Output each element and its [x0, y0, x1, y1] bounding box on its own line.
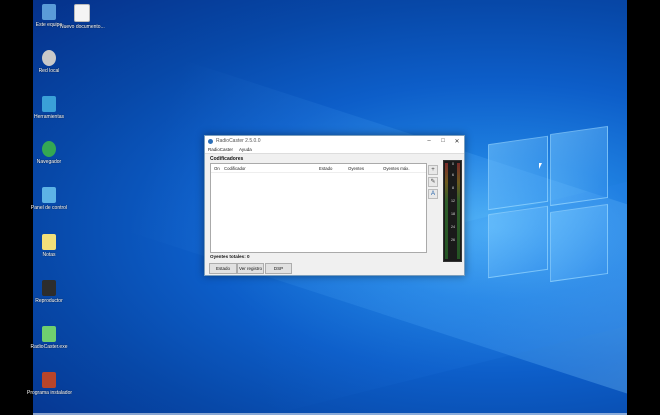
menu-item-radiocaster[interactable]: RadioCaster: [208, 147, 233, 152]
title-bar[interactable]: RadioCaster 2.5.0.0 – □ ✕: [205, 136, 464, 146]
desktop-icon-label: Navegador: [36, 159, 62, 165]
vu-tick: 6: [452, 173, 454, 177]
estado-button[interactable]: Estado: [209, 263, 237, 274]
computer-icon: [42, 4, 56, 20]
ver-registro-button[interactable]: Ver registro: [237, 263, 264, 274]
close-icon[interactable]: ✕: [450, 138, 464, 145]
vu-meter-left-channel: [445, 163, 448, 259]
windows-logo: [488, 125, 618, 300]
document-icon: [74, 4, 90, 22]
desktop-icon-network[interactable]: Red local: [27, 50, 71, 74]
player-icon: [42, 280, 56, 296]
section-title: Codificadores: [210, 156, 244, 162]
desktop-icon-document[interactable]: Nuevo documento...: [60, 4, 105, 30]
installer-icon: [42, 372, 56, 388]
vu-tick: 18: [451, 212, 455, 216]
desktop-icon-radiocaster[interactable]: RadioCaster.exe: [27, 326, 71, 350]
column-on[interactable]: On: [211, 166, 224, 171]
column-oyentes-max[interactable]: Oyentes máx.: [383, 166, 419, 171]
app-icon: [208, 138, 213, 144]
list-header: On Codificador Estado Oyentes Oyentes má…: [211, 164, 426, 173]
desktop-icon-label: Programa instalador: [27, 390, 73, 396]
desktop-icon-label: RadioCaster.exe: [30, 344, 68, 350]
desktop-icon-tools[interactable]: Herramientas: [27, 96, 71, 120]
desktop-icon-label: Reproductor: [35, 298, 63, 304]
column-estado[interactable]: Estado: [319, 166, 348, 171]
control-panel-icon: [42, 187, 56, 203]
notes-icon: [42, 234, 56, 250]
menu-item-ayuda[interactable]: Ayuda: [239, 147, 252, 152]
desktop-icon-notes[interactable]: Notas: [27, 234, 71, 258]
window-title: RadioCaster 2.5.0.0: [216, 138, 261, 144]
radiocaster-icon: [42, 326, 56, 342]
desktop-icon-label: Red local: [38, 68, 60, 74]
vu-tick: 24: [451, 225, 455, 229]
desktop-icon-control-panel[interactable]: Panel de control: [27, 187, 71, 211]
minimize-icon[interactable]: –: [422, 138, 436, 144]
column-codificador[interactable]: Codificador: [224, 166, 319, 171]
edit-encoder-button[interactable]: ✎: [428, 177, 438, 187]
desktop-icon-label: Panel de control: [30, 205, 68, 211]
desktop-icon-player[interactable]: Reproductor: [27, 280, 71, 304]
desktop-icon-label: Herramientas: [33, 114, 64, 120]
browser-icon: [42, 141, 56, 157]
desktop-icon-browser[interactable]: Navegador: [27, 141, 71, 165]
radiocaster-window: RadioCaster 2.5.0.0 – □ ✕ RadioCaster Ay…: [204, 135, 465, 276]
vu-meter-right-channel: [457, 163, 460, 259]
add-encoder-button[interactable]: +: [428, 165, 438, 175]
vu-tick: 0: [452, 162, 454, 166]
tools-icon: [42, 96, 56, 112]
vu-tick: 26: [451, 238, 455, 242]
maximize-icon[interactable]: □: [436, 138, 450, 144]
dsp-button[interactable]: DSP: [265, 263, 292, 274]
vu-tick: 12: [451, 199, 455, 203]
vu-meter: 0 6 8 12 18 24 26: [443, 160, 462, 262]
menu-bar: RadioCaster Ayuda: [205, 146, 464, 154]
encoders-list[interactable]: On Codificador Estado Oyentes Oyentes má…: [210, 163, 427, 253]
column-oyentes[interactable]: Oyentes: [348, 166, 383, 171]
auto-button[interactable]: A: [428, 189, 438, 199]
desktop-icon-installer[interactable]: Programa instalador: [27, 372, 73, 396]
network-icon: [42, 50, 56, 66]
vu-tick: 8: [452, 186, 454, 190]
total-listeners: Oyentes totales: 0: [210, 254, 250, 259]
desktop-icon-label: Notas: [42, 252, 56, 258]
desktop-icon-label: Nuevo documento...: [60, 24, 105, 30]
mouse-cursor-icon: [539, 163, 542, 169]
